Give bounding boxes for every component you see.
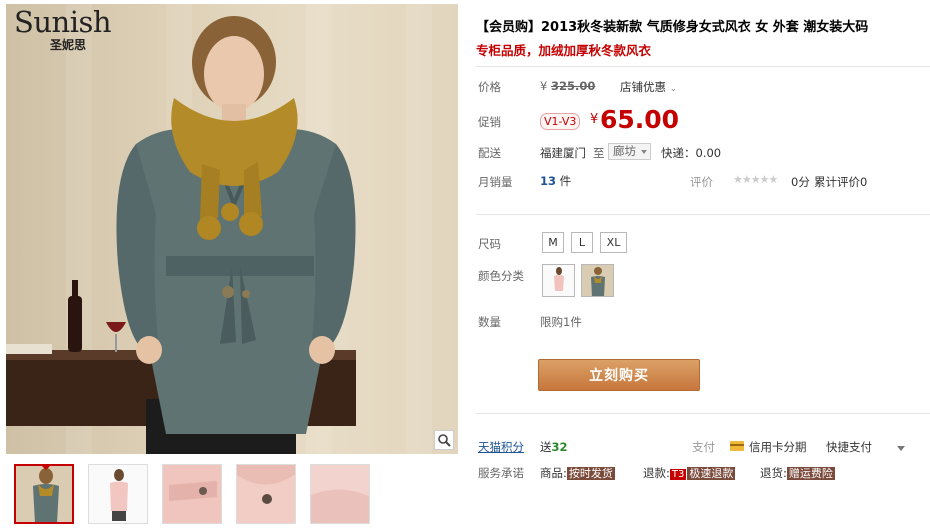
thumbnail-2[interactable] [88, 464, 148, 524]
monthly-sales-count: 13 [540, 174, 557, 188]
express-fee: 快递：0.00 [661, 146, 722, 160]
quantity-label: 数量 [478, 315, 501, 329]
monthly-sales: 13 件 [540, 173, 571, 189]
promo-price: 65.00 [600, 105, 680, 134]
purchase-limit: 限购1件 [540, 315, 582, 329]
rating-label: 评价 [690, 175, 713, 189]
size-label: 尺码 [478, 237, 501, 251]
points-prefix: 送 [540, 440, 552, 454]
size-option-xl[interactable]: XL [600, 232, 627, 253]
shipping-label: 配送 [478, 146, 501, 160]
brand-logo: Sunish 圣妮思 [14, 5, 112, 53]
payment-label: 支付 [692, 440, 715, 454]
thumbnail-5[interactable] [310, 464, 370, 524]
chevron-down-icon: ⌄ [669, 84, 678, 94]
divider [476, 214, 930, 215]
rating-score: 0分 [791, 175, 810, 189]
quick-pay[interactable]: 快捷支付 [826, 439, 872, 455]
ship-to-select[interactable]: 廊坊 [608, 143, 651, 160]
credit-card-installment[interactable]: 信用卡分期 [749, 439, 807, 455]
original-price: ¥ 325.00 [540, 79, 595, 93]
product-subtitle: 专柜品质，加绒加厚秋冬款风衣 [476, 43, 652, 58]
divider [476, 413, 930, 414]
brand-name: Sunish [14, 5, 112, 39]
service-refund[interactable]: 退款: T3 极速退款 [643, 465, 736, 481]
ship-to-prefix: 至 [593, 146, 605, 160]
rating-stars-icon: ★★★★★ [733, 173, 778, 186]
currency-symbol: ¥ [540, 79, 548, 93]
thumbnail-4[interactable] [236, 464, 296, 524]
vip-level-badge[interactable]: V1-V3 [540, 113, 581, 131]
service-refund-tag: 极速退款 [687, 467, 736, 480]
thumbnail-strip [14, 464, 370, 524]
caret-down-icon [641, 150, 647, 154]
shop-promo-label: 店铺优惠 [620, 80, 666, 94]
monthly-sales-unit: 件 [559, 174, 572, 188]
service-return-tag: 赠运费险 [786, 467, 835, 480]
ship-from: 福建厦门 [540, 146, 586, 160]
original-price-value: 325.00 [550, 79, 596, 93]
color-option-pink[interactable] [542, 264, 575, 297]
active-thumbnail-marker [40, 466, 52, 470]
service-label: 服务承诺 [478, 466, 524, 480]
service-refund-prefix: 退款: [643, 466, 670, 480]
divider [476, 66, 930, 67]
buy-now-button[interactable]: 立刻购买 [538, 359, 700, 391]
credit-card-icon [730, 441, 744, 451]
service-goods[interactable]: 商品: 按时发货 [540, 465, 615, 481]
product-title: 【会员购】2013秋冬装新款 气质修身女式风衣 女 外套 潮女装大码 [476, 20, 869, 35]
points-number: 32 [551, 440, 568, 454]
ship-to-value: 廊坊 [613, 144, 636, 158]
service-return-prefix: 退货: [760, 466, 787, 480]
promo-currency-symbol: ¥ [590, 112, 599, 127]
magnifier-icon[interactable] [434, 430, 454, 450]
size-option-m[interactable]: M [542, 232, 564, 253]
price-label: 价格 [478, 80, 501, 94]
color-label: 颜色分类 [478, 269, 524, 283]
service-return[interactable]: 退货: 赠运费险 [760, 465, 835, 481]
model-photo [6, 16, 356, 454]
shop-promo-dropdown[interactable]: 店铺优惠 ⌄ [620, 79, 677, 95]
color-option-grey-green[interactable] [581, 264, 614, 297]
main-product-image[interactable]: Sunish 圣妮思 [6, 4, 458, 454]
points-value: 送32 [540, 439, 568, 455]
thumbnail-1[interactable] [14, 464, 74, 524]
size-option-l[interactable]: L [571, 232, 593, 253]
payment-expand-icon[interactable] [897, 446, 905, 451]
service-goods-tag: 按时发货 [566, 467, 615, 480]
monthly-sales-label: 月销量 [478, 175, 513, 189]
service-goods-prefix: 商品: [540, 466, 567, 480]
tmall-points-link[interactable]: 天猫积分 [478, 439, 524, 455]
promo-label: 促销 [478, 115, 501, 129]
t3-badge-icon: T3 [669, 469, 687, 480]
review-count-link[interactable]: 累计评价0 [814, 174, 867, 190]
thumbnail-3[interactable] [162, 464, 222, 524]
